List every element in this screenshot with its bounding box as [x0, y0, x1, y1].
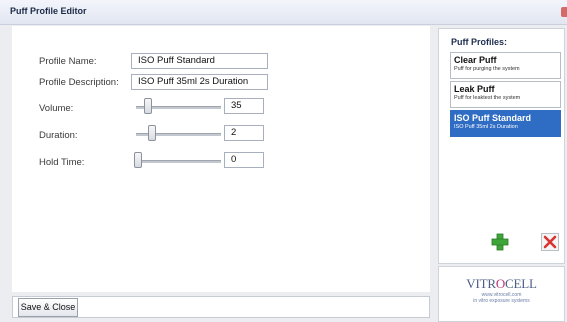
title-bar: Puff Profile Editor — [0, 0, 567, 25]
profile-item-clear-puff[interactable]: Clear Puff Puff for purging the system — [450, 52, 561, 79]
duration-label: Duration: — [39, 130, 78, 141]
vitrocell-logo: VITROCELL www.vitrocell.com in vitro exp… — [438, 266, 565, 322]
volume-label: Volume: — [39, 103, 74, 114]
profiles-panel: Puff Profiles: Clear Puff Puff for purgi… — [438, 28, 565, 264]
profile-item-name: ISO Puff Standard — [454, 113, 532, 123]
hold-time-slider-thumb[interactable] — [134, 152, 142, 168]
profile-item-description: Puff for leaktest the system — [454, 95, 521, 101]
profile-name-input[interactable]: ISO Puff Standard — [131, 53, 268, 69]
hold-time-label: Hold Time: — [39, 157, 85, 168]
profile-item-name: Clear Puff — [454, 55, 497, 65]
profile-description-input[interactable]: ISO Puff 35ml 2s Duration — [131, 74, 268, 90]
duration-input[interactable]: 2 — [224, 125, 264, 141]
profile-description-label: Profile Description: — [39, 77, 119, 88]
logo-wordmark: VITROCELL — [466, 276, 537, 291]
profile-item-name: Leak Puff — [454, 84, 495, 94]
save-close-button[interactable]: Save & Close — [18, 298, 78, 317]
delete-icon[interactable] — [541, 233, 559, 251]
hold-time-slider-track[interactable] — [134, 160, 221, 163]
profile-item-leak-puff[interactable]: Leak Puff Puff for leaktest the system — [450, 81, 561, 108]
add-icon[interactable] — [490, 233, 510, 251]
hold-time-input[interactable]: 0 — [224, 152, 264, 168]
profile-name-label: Profile Name: — [39, 56, 97, 67]
volume-input[interactable]: 35 — [224, 98, 264, 114]
duration-slider-thumb[interactable] — [147, 125, 156, 141]
volume-slider-thumb[interactable] — [143, 98, 152, 114]
profile-item-description: ISO Puff 35ml 2s Duration — [454, 124, 518, 130]
close-icon[interactable] — [561, 7, 567, 17]
logo-line-2: in vitro exposure systems — [473, 298, 530, 304]
profile-item-description: Puff for purging the system — [454, 66, 520, 72]
profile-item-iso-puff-standard[interactable]: ISO Puff Standard ISO Puff 35ml 2s Durat… — [450, 110, 561, 137]
window-title: Puff Profile Editor — [10, 6, 87, 16]
profiles-header: Puff Profiles: — [451, 37, 508, 47]
